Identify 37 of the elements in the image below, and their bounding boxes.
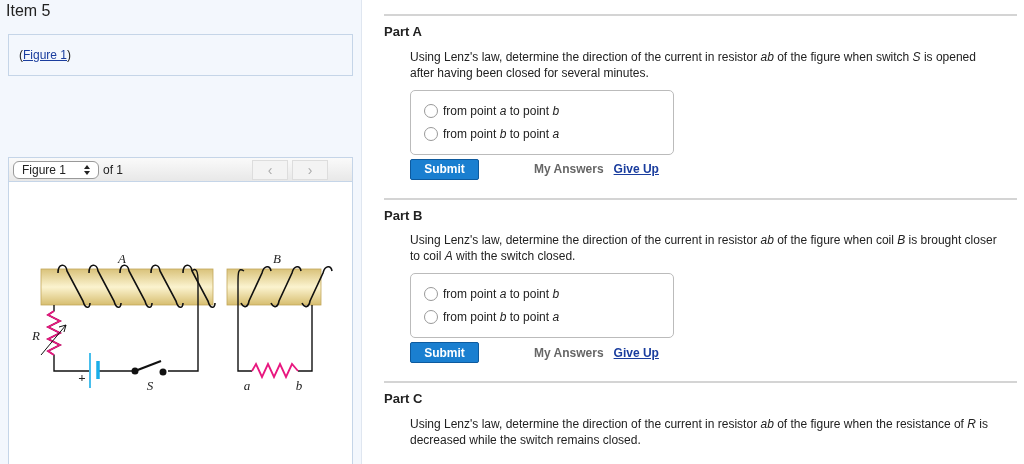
item-title: Item 5 [6, 1, 51, 21]
submit-button[interactable]: Submit [410, 342, 479, 363]
question-text: Using Lenz's law, determine the direction of the current in resistor ab of the figure when coil B is brought closer to coil A with the switch closed. [410, 232, 998, 264]
give-up-link[interactable]: Give Up [613, 343, 659, 362]
page-count: of 1 [103, 161, 123, 179]
option-label: from point a to point b [443, 102, 560, 120]
figure-select[interactable]: Figure 1 [13, 160, 99, 179]
updown-icon [84, 164, 90, 175]
part-title: Part B [384, 206, 423, 225]
option-label: from point b to point a [443, 125, 560, 143]
radio-button[interactable] [424, 103, 438, 118]
option-label: from point a to point b [443, 286, 560, 303]
diagram-label: S [146, 378, 154, 393]
answer-option[interactable]: from point b to point a [424, 124, 560, 143]
part-title: Part C [384, 390, 423, 408]
answer-option[interactable]: from point b to point a [424, 308, 560, 326]
diagram-label: A [118, 251, 126, 266]
answer-option[interactable]: from point a to point b [424, 285, 560, 303]
diagram-label: + [78, 370, 86, 385]
figure-link[interactable]: Figure 1 [23, 48, 68, 62]
radio-button[interactable] [424, 310, 438, 324]
radio-button[interactable] [424, 126, 438, 141]
diagram-label: R [32, 328, 40, 343]
answer-option[interactable]: from point a to point b [424, 101, 560, 120]
my-answers-label: My Answers [534, 344, 604, 362]
option-label: from point b to point a [443, 309, 560, 326]
figure-reference: (Figure 1) [19, 47, 72, 64]
submit-button[interactable]: Submit [410, 158, 479, 180]
my-answers-label: My Answers [534, 161, 604, 178]
radio-button[interactable] [424, 287, 438, 301]
diagram-label: b [295, 378, 303, 393]
part-title: Part A [384, 23, 422, 41]
diagram-label: a [243, 378, 251, 393]
question-text: Using Lenz's law, determine the direction of the current in resistor ab of the figure when the resistance of R is decreased while the switch remains closed. [410, 415, 989, 448]
diagram-label: B [273, 251, 281, 266]
give-up-link[interactable]: Give Up [613, 160, 659, 178]
question-text: Using Lenz's law, determine the direction of the current in resistor ab of the figure when switch S is opened after having been closed for several minutes. [410, 48, 977, 81]
